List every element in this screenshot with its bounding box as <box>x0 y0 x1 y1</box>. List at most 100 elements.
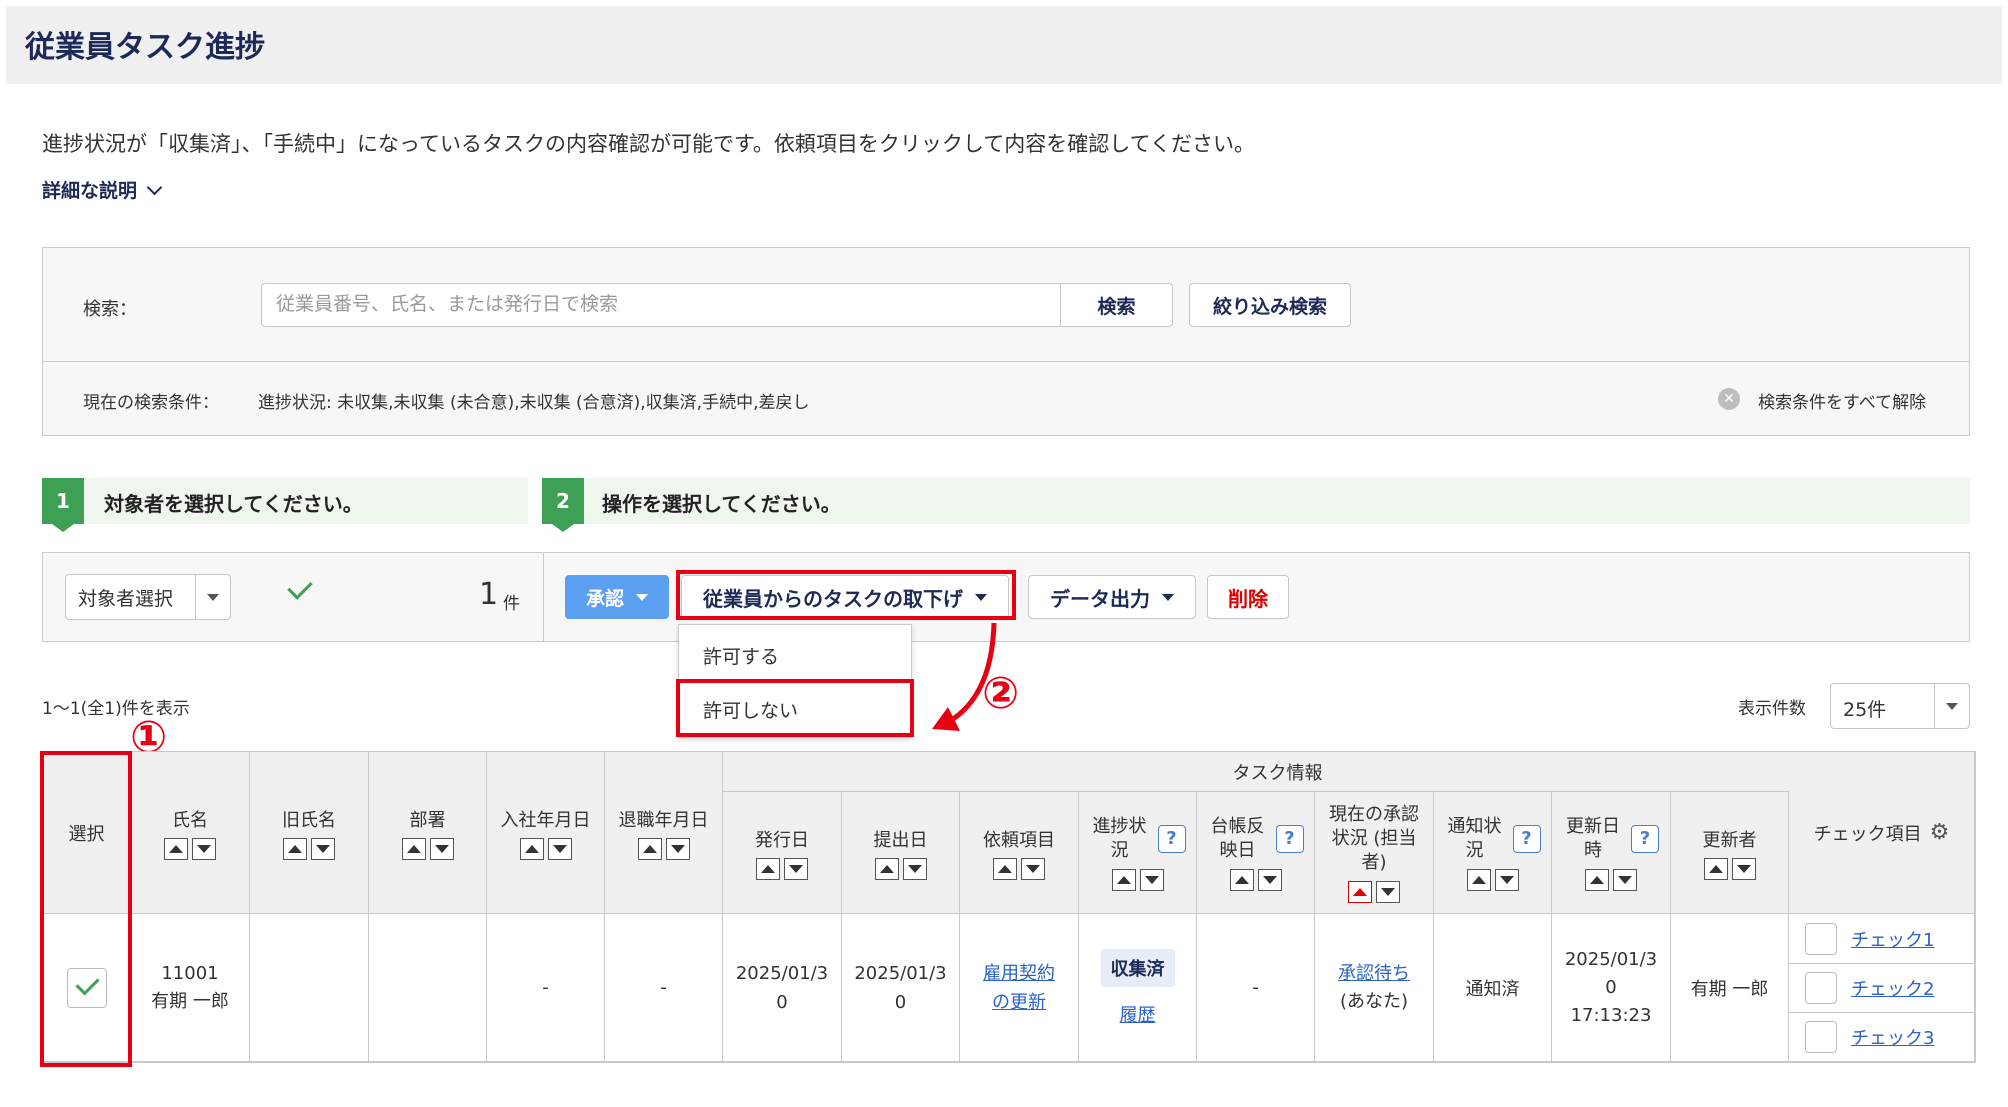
header-dept-label: 部署 <box>409 809 446 831</box>
header-issue-date-label: 発行日 <box>755 829 809 851</box>
clear-icon[interactable]: ✕ <box>1718 388 1740 410</box>
per-page-select[interactable]: 25件 <box>1830 683 1970 729</box>
sort-asc-icon[interactable] <box>519 837 544 860</box>
header-name: 氏名 <box>131 752 250 914</box>
sort-asc-icon[interactable] <box>283 837 307 860</box>
row-dept-cell <box>369 914 487 1062</box>
sort-asc-icon[interactable] <box>1585 868 1609 891</box>
sort-asc-icon[interactable] <box>1229 868 1254 891</box>
detail-toggle-link[interactable]: 詳細な説明 <box>42 176 163 203</box>
sort-asc-icon[interactable] <box>993 857 1017 880</box>
header-hire-date: 入社年月日 <box>487 752 605 914</box>
progress-badge: 収集済 <box>1100 948 1175 987</box>
help-icon[interactable]: ? <box>1157 824 1186 853</box>
step-2-number: 2 <box>542 478 584 532</box>
sort-desc-icon[interactable] <box>1021 857 1045 880</box>
sort-buttons <box>164 837 216 860</box>
help-icon[interactable]: ? <box>1512 824 1541 853</box>
sort-desc-icon[interactable] <box>1731 857 1756 880</box>
approve-label: 承認 <box>585 587 624 610</box>
check-item-checkbox[interactable] <box>1805 972 1837 1004</box>
sort-buttons <box>637 837 690 860</box>
clear-conditions-link[interactable]: 検索条件をすべて解除 <box>1758 388 1926 413</box>
row-hire-date-cell: - <box>487 914 605 1062</box>
header-notice: 通知状況? <box>1434 792 1552 914</box>
header-hire-date-label: 入社年月日 <box>500 809 591 831</box>
ledger-date: - <box>1252 977 1259 998</box>
sort-buttons <box>1703 857 1756 880</box>
sort-desc-icon[interactable] <box>311 837 335 860</box>
sort-desc-icon[interactable] <box>547 837 572 860</box>
sort-desc-icon[interactable] <box>1494 868 1519 891</box>
row-updated-at-cell: 2025/01/30 17:13:23 <box>1552 914 1671 1062</box>
sort-asc-icon[interactable] <box>637 837 662 860</box>
sort-desc-icon[interactable] <box>1139 868 1164 891</box>
sort-desc-icon[interactable] <box>784 857 808 880</box>
sort-asc-icon[interactable] <box>1348 880 1372 903</box>
search-label: 検索： <box>83 299 137 320</box>
current-condition-value: 進捗状況: 未収集,未収集 (未合意),未収集 (合意済),収集済,手続中,差戻… <box>258 393 810 413</box>
sort-asc-icon[interactable] <box>401 837 426 860</box>
help-icon[interactable]: ? <box>1631 824 1659 853</box>
caret-down-icon[interactable] <box>195 575 230 619</box>
sort-asc-icon[interactable] <box>1466 868 1491 891</box>
header-progress-label: 進捗状況 <box>1092 815 1147 861</box>
sort-asc-icon[interactable] <box>1111 868 1136 891</box>
sort-desc-icon[interactable] <box>1613 868 1637 891</box>
filter-search-button[interactable]: 絞り込み検索 <box>1189 283 1351 327</box>
help-icon[interactable]: ? <box>1275 824 1304 853</box>
search-button[interactable]: 検索 <box>1061 283 1173 327</box>
sort-desc-icon[interactable] <box>902 857 927 880</box>
annotation-step-2: ② <box>982 668 1020 719</box>
header-dept: 部署 <box>369 752 487 914</box>
sort-buttons <box>1111 868 1164 891</box>
target-select-label: 対象者選択 <box>78 587 174 610</box>
row-ledger-cell: - <box>1197 914 1315 1062</box>
sort-asc-icon[interactable] <box>756 857 780 880</box>
approval-assignee: (あなた) <box>1339 990 1409 1012</box>
sort-desc-icon[interactable] <box>429 837 454 860</box>
header-progress: 進捗状況? <box>1079 792 1197 914</box>
result-range-text: 1～1(全1)件を表示 <box>42 699 190 719</box>
per-page-value: 25件 <box>1843 699 1887 721</box>
check-item-link[interactable]: チェック3 <box>1851 1024 1934 1050</box>
delete-button[interactable]: 削除 <box>1207 575 1289 619</box>
divider <box>543 553 544 641</box>
history-link[interactable]: 履歴 <box>1120 1001 1156 1027</box>
page-title: 従業員タスク進捗 <box>25 30 265 65</box>
data-export-button[interactable]: データ出力 <box>1028 575 1196 619</box>
sort-desc-icon[interactable] <box>1376 880 1400 903</box>
sort-buttons <box>756 857 808 880</box>
step-1-text: 対象者を選択してください。 <box>104 492 363 516</box>
menu-item-allow[interactable]: 許可する <box>679 629 911 681</box>
request-item-link[interactable]: 雇用契約の更新 <box>979 959 1059 1017</box>
sort-desc-icon[interactable] <box>665 837 690 860</box>
sort-desc-icon[interactable] <box>192 837 216 860</box>
approval-status-link[interactable]: 承認待ち <box>1338 960 1410 988</box>
approve-button[interactable]: 承認 <box>565 575 669 619</box>
sort-buttons <box>1348 880 1400 903</box>
select-column-highlight-box <box>40 751 132 1067</box>
check-item-checkbox[interactable] <box>1805 1021 1837 1053</box>
header-updated-by: 更新者 <box>1671 792 1789 914</box>
sort-asc-icon[interactable] <box>1703 857 1728 880</box>
check-item-checkbox[interactable] <box>1805 922 1837 955</box>
check-item-link[interactable]: チェック2 <box>1851 975 1934 1001</box>
target-select-dropdown[interactable]: 対象者選択 <box>65 574 231 620</box>
sort-desc-icon[interactable] <box>1257 868 1282 891</box>
emp-name: 有期 一郎 <box>151 990 229 1012</box>
step-1-number: 1 <box>42 478 84 532</box>
gear-icon[interactable]: ⚙ <box>1930 820 1950 845</box>
sort-asc-icon[interactable] <box>164 837 188 860</box>
detail-link-label[interactable]: 詳細な説明 <box>42 180 137 202</box>
search-input[interactable] <box>261 283 1061 327</box>
sort-asc-icon[interactable] <box>874 857 899 880</box>
row-request-item-cell: 雇用契約の更新 <box>960 914 1079 1062</box>
chevron-down-icon[interactable] <box>146 179 163 196</box>
sort-buttons <box>283 837 335 860</box>
check-icon <box>287 574 313 600</box>
row-leave-date-cell: - <box>605 914 723 1062</box>
intro-text: 進捗状況が「収集済」、「手続中」になっているタスクの内容確認が可能です。依頼項目… <box>42 132 1255 156</box>
check-item-link[interactable]: チェック1 <box>1851 926 1934 952</box>
caret-down-icon[interactable] <box>1934 684 1969 728</box>
